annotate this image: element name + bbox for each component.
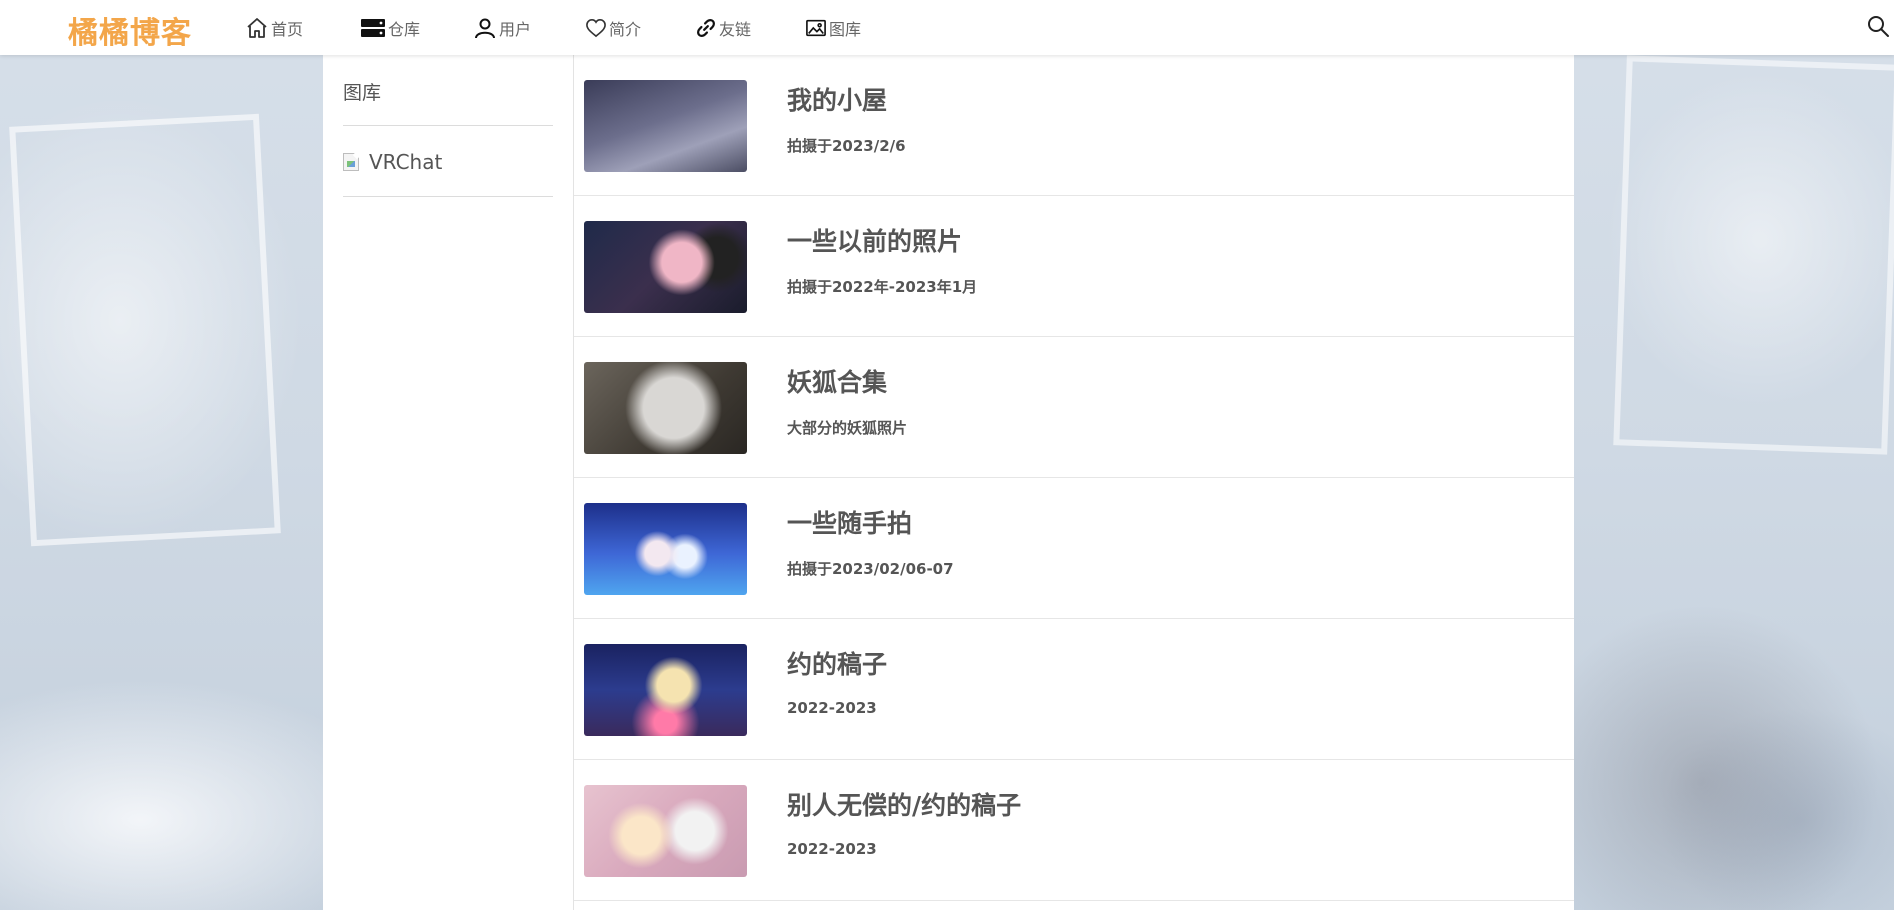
album-subtitle: 拍摄于2022年-2023年1月: [787, 278, 978, 296]
sidebar-item-label: VRChat: [369, 150, 443, 174]
album-item[interactable]: 一些随手拍 拍摄于2023/02/06-07: [574, 478, 1574, 619]
nav-label: 用户: [499, 19, 532, 39]
main-nav: 首页 仓库 用户 简介 友链 图库: [245, 0, 915, 55]
album-item[interactable]: 我的小屋 拍摄于2023/2/6: [574, 55, 1574, 196]
album-item[interactable]: 约的稿子 2022-2023: [574, 619, 1574, 760]
album-list: 我的小屋 拍摄于2023/2/6 一些以前的照片 拍摄于2022年-2023年1…: [574, 55, 1574, 910]
album-subtitle: 大部分的妖狐照片: [787, 419, 908, 437]
sidebar-divider: [343, 125, 553, 126]
top-navbar: 橘橘博客 首页 仓库 用户 简介 友链 图库: [0, 0, 1894, 55]
sidebar-divider: [343, 196, 553, 197]
album-title[interactable]: 妖狐合集: [787, 363, 887, 399]
nav-item-about[interactable]: 简介: [585, 0, 695, 55]
image-icon: [805, 18, 827, 38]
server-icon: [360, 17, 386, 39]
sidebar-item-vrchat[interactable]: VRChat: [343, 150, 442, 174]
nav-item-home[interactable]: 首页: [245, 0, 360, 55]
background-shade: [1574, 590, 1894, 910]
background-frame-right: [1613, 55, 1894, 455]
search-icon[interactable]: [1866, 14, 1890, 38]
album-title[interactable]: 我的小屋: [787, 81, 887, 117]
album-title[interactable]: 一些随手拍: [787, 504, 912, 540]
album-title[interactable]: 一些以前的照片: [787, 222, 962, 258]
nav-item-gallery[interactable]: 图库: [805, 0, 915, 55]
link-icon: [695, 17, 717, 39]
nav-item-links[interactable]: 友链: [695, 0, 805, 55]
user-icon: [473, 16, 497, 40]
heart-icon: [585, 18, 607, 38]
album-subtitle: 2022-2023: [787, 840, 877, 858]
album-thumbnail[interactable]: [584, 644, 747, 736]
nav-item-user[interactable]: 用户: [473, 0, 585, 55]
home-icon: [245, 16, 269, 40]
site-logo[interactable]: 橘橘博客: [68, 8, 192, 52]
album-subtitle: 拍摄于2023/2/6: [787, 137, 906, 155]
nav-label: 简介: [609, 19, 642, 39]
album-thumbnail[interactable]: [584, 221, 747, 313]
album-thumbnail[interactable]: [584, 503, 747, 595]
nav-label: 仓库: [388, 19, 421, 39]
album-thumbnail[interactable]: [584, 785, 747, 877]
album-item[interactable]: 别人无偿的/约的稿子 2022-2023: [574, 760, 1574, 901]
background-frame-left: [9, 113, 281, 547]
nav-label: 友链: [719, 19, 752, 39]
album-title[interactable]: 别人无偿的/约的稿子: [787, 786, 1021, 822]
album-title[interactable]: 约的稿子: [787, 645, 887, 681]
gallery-sidebar: 图库 VRChat: [323, 55, 574, 910]
sidebar-title: 图库: [343, 82, 382, 104]
album-thumbnail[interactable]: [584, 80, 747, 172]
nav-label: 首页: [271, 19, 304, 39]
broken-image-icon: [343, 153, 359, 171]
album-item[interactable]: 一些以前的照片 拍摄于2022年-2023年1月: [574, 196, 1574, 337]
nav-item-repository[interactable]: 仓库: [360, 0, 473, 55]
album-item[interactable]: 妖狐合集 大部分的妖狐照片: [574, 337, 1574, 478]
album-subtitle: 2022-2023: [787, 699, 877, 717]
nav-label: 图库: [829, 19, 862, 39]
album-subtitle: 拍摄于2023/02/06-07: [787, 560, 954, 578]
album-thumbnail[interactable]: [584, 362, 747, 454]
